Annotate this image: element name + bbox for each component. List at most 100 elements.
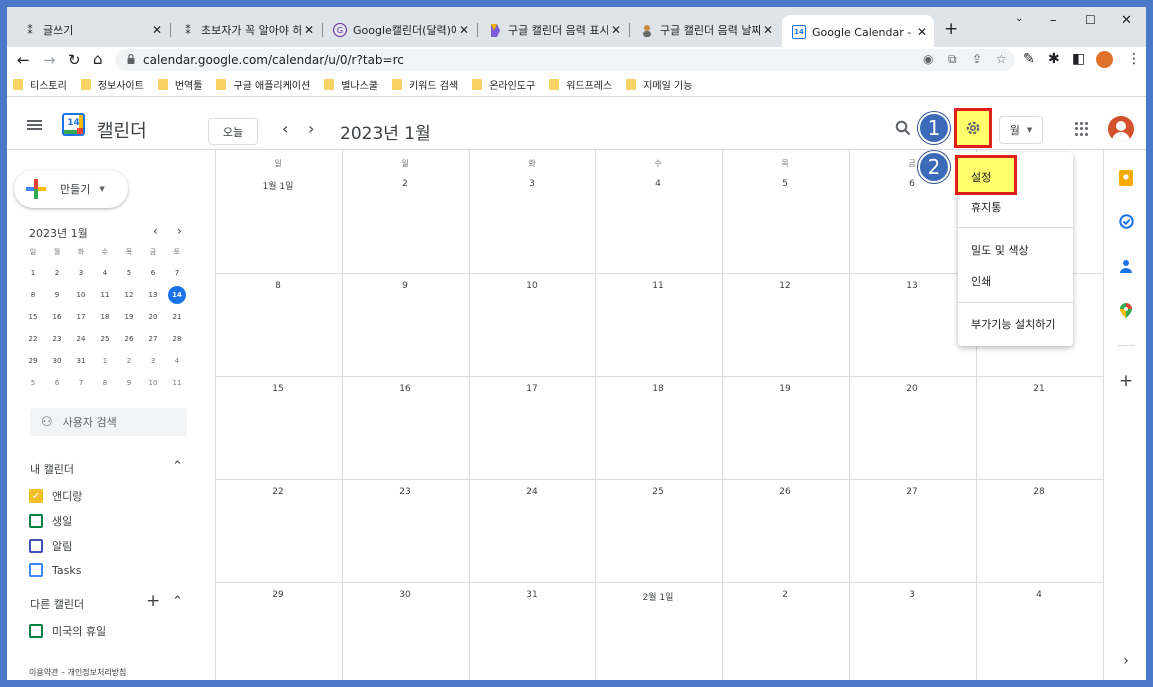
mini-day[interactable]: 8 [95,379,115,387]
day-number[interactable]: 24 [469,487,595,497]
close-tab-icon[interactable]: ✕ [608,23,624,37]
mini-day[interactable]: 30 [47,357,67,365]
checkbox-icon[interactable] [29,624,43,638]
close-window-icon[interactable]: ✕ [1121,13,1132,28]
mini-day[interactable]: 10 [71,291,91,299]
day-cell[interactable] [595,150,722,273]
forward-icon[interactable]: → [43,51,56,69]
mini-day[interactable]: 8 [23,291,43,299]
day-number[interactable]: 4 [976,590,1102,600]
calendar-logo-icon[interactable]: 14 [62,113,85,136]
calendar-item-holidays[interactable]: 미국의 휴일 [29,623,106,639]
day-number[interactable]: 2월 1일 [595,590,721,603]
menu-item-trash[interactable]: 휴지통 [971,199,1001,215]
mini-day[interactable]: 9 [119,379,139,387]
extensions-icon[interactable]: ✱ [1048,51,1060,67]
mini-day[interactable]: 12 [119,291,139,299]
bookmark-item[interactable]: 별나스쿨 [324,77,378,92]
day-number[interactable]: 23 [342,487,468,497]
footer-links[interactable]: 이용약관 – 개인정보처리방침 [29,667,126,678]
mini-day[interactable]: 4 [167,357,187,365]
mini-day[interactable]: 31 [71,357,91,365]
mini-day[interactable]: 23 [47,335,67,343]
bookmark-item[interactable]: 온라인도구 [472,77,535,92]
tab-2[interactable]: G Google캘린더(달력)에 음 ✕ [323,19,476,41]
day-number[interactable]: 25 [595,487,721,497]
menu-item-print[interactable]: 인쇄 [971,273,991,289]
mini-day[interactable]: 6 [47,379,67,387]
omnibox[interactable]: calendar.google.com/calendar/u/0/r?tab=r… [115,49,1015,71]
menu-item-settings[interactable]: 설정 [955,155,1017,195]
mini-day[interactable]: 3 [71,269,91,277]
mini-day[interactable]: 1 [23,269,43,277]
close-tab-icon[interactable]: ✕ [760,23,776,37]
day-number[interactable]: 19 [722,384,848,394]
day-number[interactable]: 30 [342,590,468,600]
mini-day[interactable]: 27 [143,335,163,343]
mini-day[interactable]: 13 [143,291,163,299]
maps-icon[interactable] [1118,302,1134,318]
mini-day[interactable]: 5 [23,379,43,387]
day-cell[interactable] [469,150,596,273]
mini-day[interactable]: 25 [95,335,115,343]
tab-0[interactable]: ⁑ 글쓰기 ✕ [13,19,169,41]
day-number[interactable]: 26 [722,487,848,497]
day-number[interactable]: 18 [595,384,721,394]
bookmark-item[interactable]: 워드프레스 [549,77,612,92]
bookmark-star-icon[interactable]: ☆ [996,52,1007,66]
bookmark-item[interactable]: 티스토리 [13,77,67,92]
account-avatar[interactable] [1108,116,1134,142]
tab-active[interactable]: 14 Google Calendar - 2023 ✕ [782,15,934,47]
calendar-item-3[interactable]: Tasks [29,563,81,577]
mini-day[interactable]: 9 [47,291,67,299]
day-number[interactable]: 21 [976,384,1102,394]
expand-panel-icon[interactable]: › [1118,653,1134,669]
view-selector[interactable]: 월 ▼ [999,116,1043,144]
tab-4[interactable]: 구글 캘린더 음력 날짜 ✕ [630,19,780,41]
day-number[interactable]: 2 [342,179,468,189]
day-number[interactable]: 9 [342,281,468,291]
mini-day[interactable]: 15 [23,313,43,321]
day-number[interactable]: 3 [469,179,595,189]
mini-day[interactable]: 3 [143,357,163,365]
mini-day[interactable]: 7 [167,269,187,277]
tab-1[interactable]: ⁑ 초보자가 꼭 알아야 하는 ✕ [171,19,321,41]
bookmark-item[interactable]: 정보사이트 [80,77,144,92]
mini-day[interactable]: 7 [71,379,91,387]
mini-day[interactable]: 17 [71,313,91,321]
search-icon[interactable] [895,120,911,136]
keep-icon[interactable] [1118,170,1134,186]
day-number[interactable]: 5 [722,179,848,189]
mini-day[interactable]: 2 [47,269,67,277]
today-button[interactable]: 오늘 [208,118,258,145]
tasks-icon[interactable] [1118,213,1134,229]
close-tab-icon[interactable]: ✕ [914,25,930,39]
mini-day[interactable]: 4 [95,269,115,277]
eye-icon[interactable]: ◉ [923,52,933,66]
mini-day[interactable]: 21 [167,313,187,321]
tab-3[interactable]: 구글 캘린더 음력 표시 · ✕ [478,19,628,41]
new-tab-button[interactable]: + [944,19,958,39]
google-apps-icon[interactable] [1075,122,1089,136]
open-external-icon[interactable]: ⧉ [948,52,957,67]
day-number[interactable]: 17 [469,384,595,394]
main-menu-icon[interactable] [27,120,42,130]
more-menu-icon[interactable]: ⋮ [1127,51,1141,67]
day-number[interactable]: 11 [595,281,721,291]
bookmark-item[interactable]: 구글 애플리케이션 [216,77,310,92]
add-addon-icon[interactable]: + [1118,371,1134,391]
close-tab-icon[interactable]: ✕ [149,23,165,37]
next-month-icon[interactable]: › [308,119,314,138]
day-number[interactable]: 2 [722,590,848,600]
day-number[interactable]: 29 [215,590,341,600]
create-button[interactable]: 만들기 ▼ [14,170,128,208]
checkbox-icon[interactable] [29,563,43,577]
day-cell[interactable] [215,150,342,273]
mini-day[interactable]: 20 [143,313,163,321]
collapse-other-calendars-icon[interactable]: ⌃ [172,594,183,609]
mini-day[interactable]: 11 [167,379,187,387]
mini-day-today[interactable]: 14 [168,286,186,304]
day-number[interactable]: 20 [849,384,975,394]
day-number[interactable]: 28 [976,487,1102,497]
day-number[interactable]: 31 [469,590,595,600]
